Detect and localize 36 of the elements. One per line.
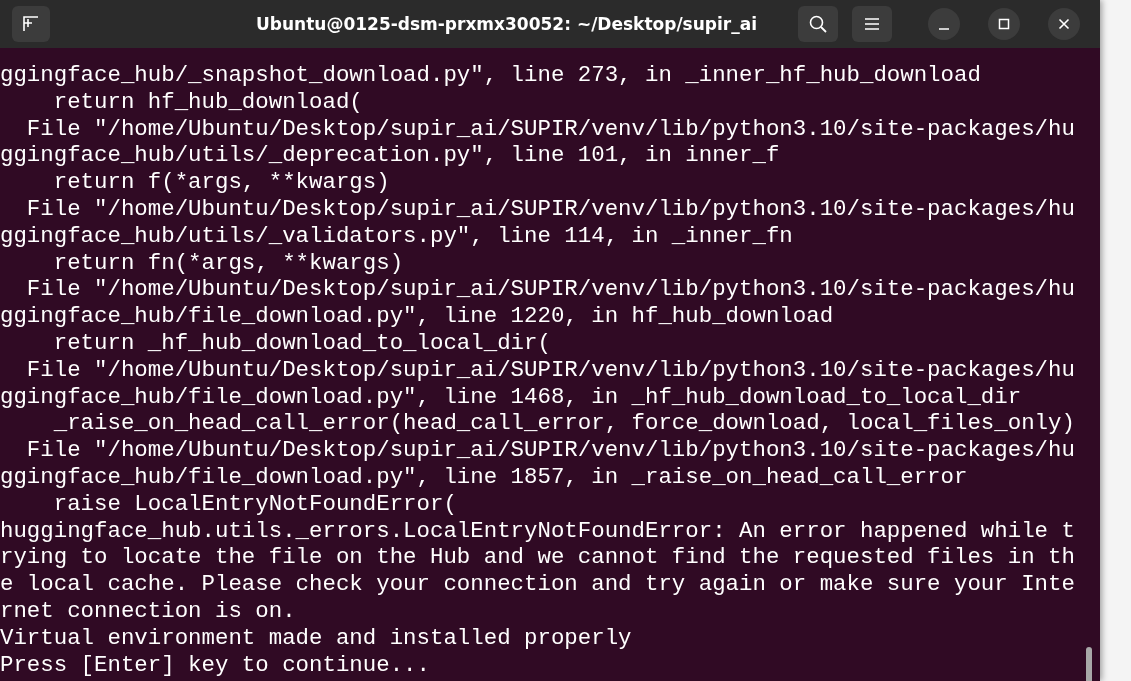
terminal-line: File "/home/Ubuntu/Desktop/supir_ai/SUPIR/venv/lib/python3.10/site-packages/hu [25, 437, 1075, 464]
search-button[interactable] [798, 6, 838, 42]
new-tab-icon [22, 15, 40, 33]
maximize-button[interactable] [988, 8, 1020, 40]
scrollbar-thumb[interactable] [1086, 647, 1092, 681]
menu-button[interactable] [852, 6, 892, 42]
terminal-line: rying to locate the file on the Hub and we cannot find the requested files in th [0, 544, 1075, 572]
terminal-line: huggingface_hub.utils._errors.LocalEntryNotFoundError: An error happened while t [0, 517, 1075, 545]
terminal-line: ggingface_hub/utils/_deprecation.py", line 101, in inner_f [0, 142, 780, 170]
terminal-line: return f(*args, **kwargs) [52, 169, 390, 196]
terminal-line: ggingface_hub/utils/_validators.py", line 114, in _inner_fn [0, 222, 793, 250]
terminal-line: Press [Enter] key to continue... [0, 651, 430, 679]
terminal-line: ggingface_hub/_snapshot_download.py", line 273, in _inner_hf_hub_download [0, 62, 981, 89]
terminal-line: return hf_hub_download( [52, 88, 363, 116]
terminal-line: return fn(*args, **kwargs) [52, 249, 404, 277]
terminal-line: Virtual environment made and installed properly [0, 624, 632, 652]
terminal-line: File "/home/Ubuntu/Desktop/supir_ai/SUPIR/venv/lib/python3.10/site-packages/hu [25, 276, 1075, 304]
terminal-line: ggingface_hub/file_download.py", line 1468, in _hf_hub_download_to_local_dir [0, 383, 1022, 411]
terminal-line: File "/home/Ubuntu/Desktop/supir_ai/SUPIR/venv/lib/python3.10/site-packages/hu [25, 356, 1075, 384]
terminal-line: return _hf_hub_download_to_local_dir( [52, 329, 551, 357]
minimize-icon [939, 28, 949, 30]
window-title: Ubuntu@0125-dsm-prxmx30052: ~/Desktop/supir_ai [255, 14, 758, 34]
close-button[interactable] [1048, 8, 1080, 40]
search-icon [808, 14, 828, 34]
terminal-line: rnet connection is on. [0, 597, 296, 625]
terminal-line: ggingface_hub/file_download.py", line 1220, in hf_hub_download [0, 303, 834, 330]
terminal-line: ggingface_hub/file_download.py", line 1857, in _raise_on_head_call_error [0, 463, 968, 491]
terminal-line: raise LocalEntryNotFoundError( [52, 490, 457, 518]
close-icon [1058, 18, 1070, 30]
terminal-line: _raise_on_head_call_error(head_call_error, force_download, local_files_only) [52, 410, 1075, 438]
terminal-line: File "/home/Ubuntu/Desktop/supir_ai/SUPIR/venv/lib/python3.10/site-packages/hu [25, 115, 1075, 143]
maximize-icon [998, 18, 1010, 30]
menu-icon [863, 16, 881, 32]
terminal-line: File "/home/Ubuntu/Desktop/supir_ai/SUPIR/venv/lib/python3.10/site-packages/hu [25, 196, 1075, 223]
terminal-line: e local cache. Please check your connection and try again or make sure your Inte [0, 571, 1075, 598]
new-tab-button[interactable] [12, 6, 50, 42]
